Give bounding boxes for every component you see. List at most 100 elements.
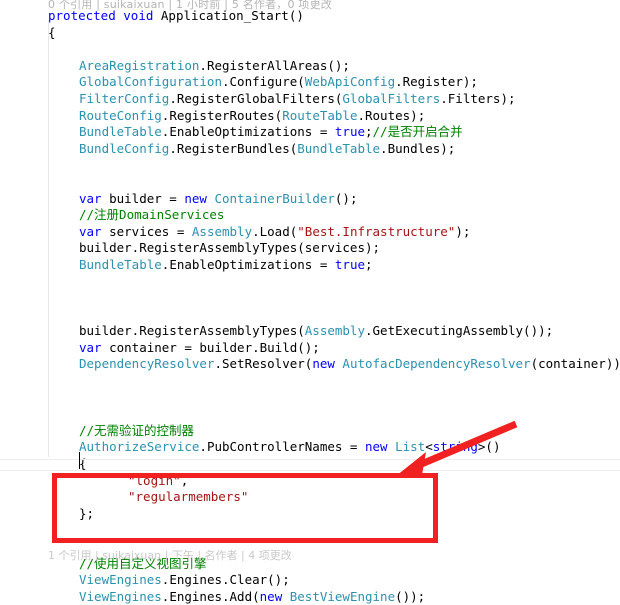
code-token-pln: ); (455, 223, 471, 239)
code-token-pln: ; (365, 256, 373, 272)
codelens-footer: 1 个引用 | suikaixuan | 下午 | 名作者 | 4 项更改 (48, 549, 292, 562)
code-line[interactable]: DependencyResolver.SetResolver(new Autof… (0, 356, 620, 373)
code-token-kw: string (432, 439, 478, 455)
code-line[interactable]: BundleTable.EnableOptimizations = true;/… (0, 124, 620, 141)
code-line[interactable]: { (0, 25, 620, 42)
code-token-pln: .GetExecutingAssembly()); (365, 323, 554, 339)
code-token-pln: .EnableOptimizations = (161, 124, 335, 140)
code-token-pln: .Configure( (222, 74, 305, 90)
code-line[interactable] (0, 307, 620, 324)
code-token-kw: new (259, 588, 283, 604)
code-token-type: WebApiConfig (304, 74, 396, 90)
code-token-pln: .Bundles); (380, 140, 456, 156)
code-token-pln: Application_Start() (153, 8, 304, 23)
code-token-cmt: //注册DomainServices (79, 207, 225, 223)
code-token-type: DependencyResolver (79, 356, 215, 372)
code-token-type: BundleTable (79, 256, 162, 272)
code-token-pln (388, 439, 396, 454)
code-token-pln: ()); (395, 588, 426, 604)
code-token-pln: (); (334, 190, 358, 206)
code-editor-pane[interactable]: 0 个引用 | suikaixuan | 1 小时前 | 5 名作者，0 项更改… (0, 0, 620, 604)
red-highlight-box (52, 473, 438, 543)
code-line[interactable]: var services = Assembly.Load("Best.Infra… (0, 224, 620, 241)
code-token-kw: new (184, 190, 207, 206)
code-line[interactable]: builder.RegisterAssemblyTypes(services); (0, 240, 620, 257)
code-token-kw: new (312, 356, 335, 372)
code-line[interactable]: //无需验证的控制器 (0, 423, 620, 440)
code-token-str: "Best.Infrastructure" (297, 223, 456, 239)
code-token-pln: .Register); (395, 74, 478, 90)
code-token-cmt: //无需验证的控制器 (79, 422, 195, 438)
code-token-pln: .Engines.Clear(); (161, 572, 290, 588)
code-line[interactable] (0, 290, 620, 307)
code-token-pln: .Load( (252, 223, 298, 239)
code-token-type: Assembly (191, 223, 253, 239)
code-line[interactable] (0, 41, 620, 58)
code-token-pln: builder.RegisterAssemblyTypes(services); (79, 240, 381, 256)
code-line[interactable]: AreaRegistration.RegisterAllAreas(); (0, 58, 620, 75)
code-line[interactable]: var container = builder.Build(); (0, 340, 620, 357)
code-line[interactable]: GlobalConfiguration.Configure(WebApiConf… (0, 74, 620, 91)
code-line[interactable]: RouteConfig.RegisterRoutes(RouteTable.Ro… (0, 108, 620, 125)
code-token-pln: < (425, 439, 433, 455)
code-token-kw: protected (48, 8, 116, 23)
code-token-pln: { (48, 24, 56, 40)
code-token-type: AutofacDependencyResolver (342, 356, 531, 372)
code-token-kw: new (365, 439, 388, 455)
code-token-type: ViewEngines (79, 588, 162, 604)
code-token-pln: .RegisterBundles( (169, 140, 298, 156)
code-token-type: BundleTable (297, 140, 381, 156)
code-line[interactable]: builder.RegisterAssemblyTypes(Assembly.G… (0, 323, 620, 340)
code-token-type: ContainerBuilder (214, 190, 335, 206)
code-line[interactable] (0, 373, 620, 390)
code-token-kw: void (123, 8, 154, 23)
code-token-type: FilterConfig (79, 90, 170, 106)
code-token-kw: true (334, 124, 365, 140)
code-line[interactable]: BundleTable.EnableOptimizations = true; (0, 257, 620, 274)
code-token-pln: builder.RegisterAssemblyTypes( (79, 323, 305, 339)
code-token-pln: ; (365, 124, 373, 140)
code-token-pln: services = (101, 223, 192, 239)
code-line[interactable]: AuthorizeService.PubControllerNames = ne… (0, 439, 620, 456)
code-token-pln: .Filters); (440, 90, 516, 106)
code-line[interactable]: ViewEngines.Engines.Clear(); (0, 572, 620, 589)
code-line[interactable]: BundleConfig.RegisterBundles(BundleTable… (0, 141, 620, 158)
code-token-type: RouteConfig (79, 107, 162, 123)
code-token-pln: (container)); (530, 356, 620, 372)
text-caret (79, 452, 80, 469)
code-line[interactable] (0, 157, 620, 174)
separator-rule-lower (0, 470, 620, 471)
code-token-type: GlobalConfiguration (79, 74, 222, 90)
code-token-type: List (395, 439, 426, 455)
code-token-pln: container = builder.Build(); (101, 339, 320, 355)
code-line[interactable] (0, 174, 620, 191)
code-token-type: ViewEngines (79, 572, 162, 588)
code-line[interactable] (0, 274, 620, 291)
code-token-pln: .Routes); (357, 107, 426, 123)
code-token-pln: builder = (101, 190, 185, 206)
code-line[interactable]: //注册DomainServices (0, 207, 620, 224)
code-token-pln: .RegisterAllAreas(); (199, 57, 350, 73)
code-token-type: Assembly (304, 323, 365, 339)
code-token-type: AreaRegistration (79, 57, 200, 73)
code-token-pln: .RegisterGlobalFilters( (169, 90, 343, 106)
code-line[interactable]: protected void Application_Start() (0, 8, 620, 25)
code-line[interactable]: FilterConfig.RegisterGlobalFilters(Globa… (0, 91, 620, 108)
code-line[interactable]: ViewEngines.Engines.Add(new BestViewEngi… (0, 589, 620, 605)
code-token-pln: >() (477, 439, 501, 455)
code-token-kw: var (79, 190, 102, 206)
code-token-pln: .SetResolver( (214, 356, 313, 372)
code-token-pln (282, 589, 290, 604)
code-line[interactable]: var builder = new ContainerBuilder(); (0, 191, 620, 208)
code-token-pln: .RegisterRoutes( (161, 107, 283, 123)
code-token-pln: .PubControllerNames = (199, 439, 365, 455)
code-token-type: RouteTable (282, 107, 358, 123)
code-line[interactable] (0, 406, 620, 423)
code-token-type: GlobalFilters (342, 90, 441, 106)
code-token-kw: true (334, 256, 365, 272)
code-line[interactable] (0, 390, 620, 407)
code-token-pln: .Engines.Add( (161, 588, 260, 604)
code-token-kw: var (79, 339, 102, 355)
code-token-cmt: //是否开启合并 (372, 124, 463, 140)
separator-rule-upper (0, 459, 620, 460)
